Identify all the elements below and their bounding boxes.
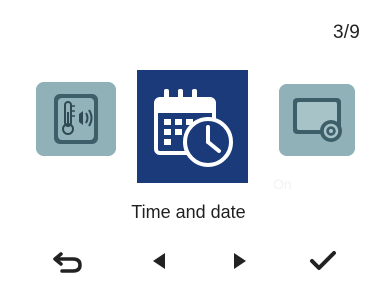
thermometer-signal-icon [36, 82, 116, 156]
next-button[interactable] [222, 248, 256, 274]
calendar-clock-icon [138, 71, 247, 182]
checkmark-icon [310, 251, 336, 270]
back-arrow-icon [53, 252, 82, 273]
menu-item-next[interactable] [279, 84, 355, 156]
next-arrow-icon [234, 253, 246, 269]
menu-item-previous[interactable] [36, 82, 116, 156]
back-button[interactable] [51, 248, 85, 274]
previous-arrow-icon [153, 253, 165, 269]
device-screen: 3/9 On Time and date [0, 0, 377, 283]
selected-item-label: Time and date [131, 202, 246, 222]
screen-settings-icon [279, 84, 355, 156]
page-indicator: 3/9 [332, 22, 360, 43]
ghost-text: On [273, 176, 292, 192]
menu-item-selected[interactable] [138, 71, 247, 182]
previous-button[interactable] [143, 248, 177, 274]
confirm-button[interactable] [306, 248, 340, 274]
